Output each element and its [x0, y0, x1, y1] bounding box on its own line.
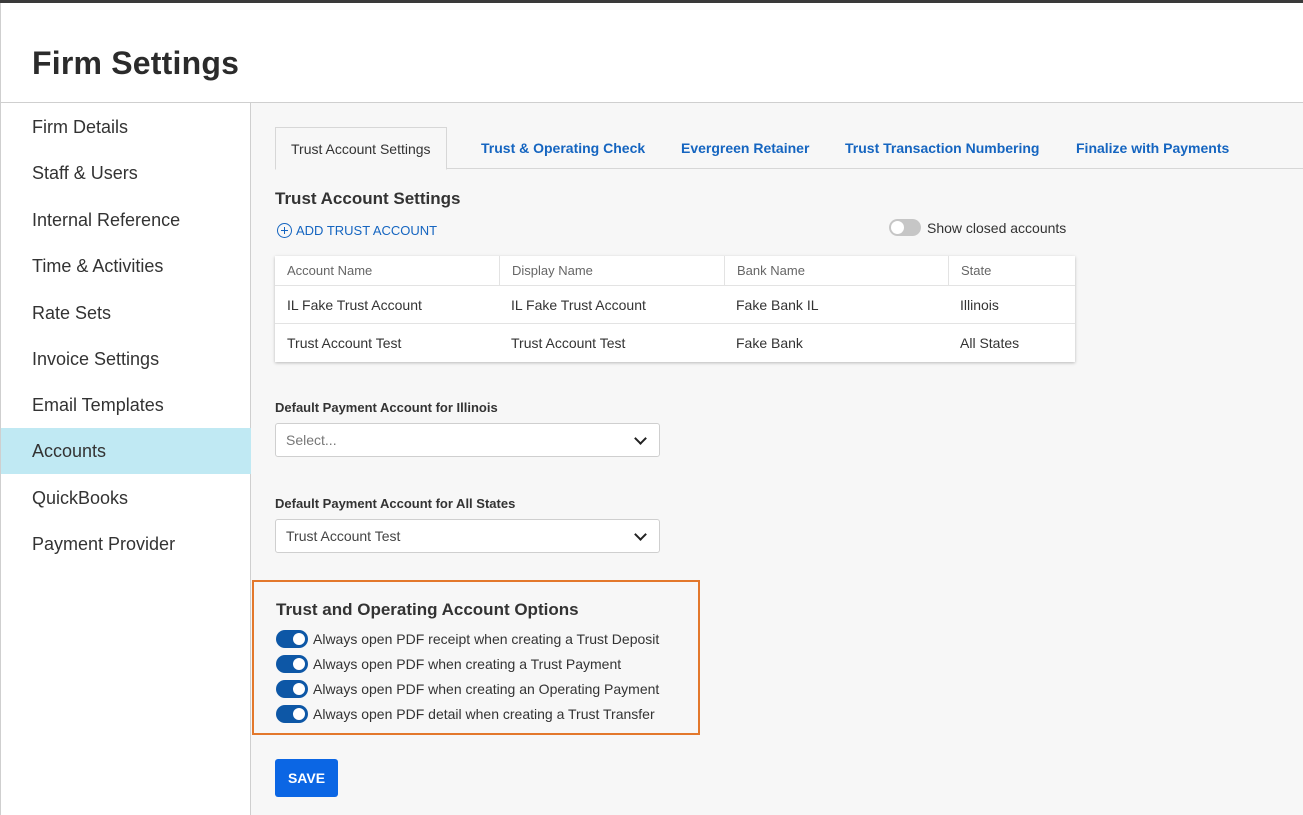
- sidebar-item-quickbooks[interactable]: QuickBooks: [1, 475, 251, 521]
- tab-trust-operating-check[interactable]: Trust & Operating Check: [481, 127, 645, 169]
- table-header: Account Name Display Name Bank Name Stat…: [275, 256, 1075, 286]
- illinois-account-label: Default Payment Account for Illinois: [275, 400, 498, 415]
- cell-display-name: Trust Account Test: [511, 335, 626, 351]
- show-closed-label: Show closed accounts: [927, 219, 1067, 236]
- table-row[interactable]: Trust Account Test Trust Account Test Fa…: [275, 324, 1075, 362]
- tab-trust-account-settings[interactable]: Trust Account Settings: [275, 127, 447, 170]
- show-closed-accounts: Show closed accounts: [889, 219, 1066, 236]
- chevron-down-icon: [634, 528, 647, 541]
- option-trust-transfer: Always open PDF detail when creating a T…: [276, 705, 655, 723]
- option-operating-payment: Always open PDF when creating an Operati…: [276, 680, 659, 698]
- option-trust-payment: Always open PDF when creating a Trust Pa…: [276, 655, 621, 673]
- trust-accounts-table: Account Name Display Name Bank Name Stat…: [275, 256, 1075, 362]
- cell-account-name: Trust Account Test: [287, 335, 402, 351]
- column-header-account-name[interactable]: Account Name: [275, 256, 499, 286]
- table-row[interactable]: IL Fake Trust Account IL Fake Trust Acco…: [275, 286, 1075, 324]
- sidebar-item-email-templates[interactable]: Email Templates: [1, 382, 251, 428]
- all-states-account-value: Trust Account Test: [286, 528, 401, 544]
- cell-state: Illinois: [960, 297, 999, 313]
- all-states-account-label: Default Payment Account for All States: [275, 496, 516, 511]
- settings-tabs: Trust Account Settings Trust & Operating…: [275, 127, 1303, 170]
- page-title: Firm Settings: [32, 45, 240, 81]
- save-button[interactable]: SAVE: [275, 759, 338, 797]
- option-label: Always open PDF when creating a Trust Pa…: [313, 656, 622, 672]
- add-trust-account-link[interactable]: ADD TRUST ACCOUNT: [277, 223, 437, 238]
- option-label: Always open PDF detail when creating a T…: [313, 706, 655, 722]
- sidebar-item-firm-details[interactable]: Firm Details: [1, 104, 251, 150]
- all-states-account-select[interactable]: Trust Account Test: [275, 519, 660, 553]
- option-trust-deposit: Always open PDF receipt when creating a …: [276, 630, 659, 648]
- illinois-account-select[interactable]: Select...: [275, 423, 660, 457]
- cell-state: All States: [960, 335, 1020, 351]
- column-header-bank-name[interactable]: Bank Name: [724, 256, 948, 286]
- tab-finalize-with-payments[interactable]: Finalize with Payments: [1076, 127, 1229, 169]
- column-header-state[interactable]: State: [948, 256, 1075, 286]
- cell-bank-name: Fake Bank: [736, 335, 803, 351]
- chevron-down-icon: [634, 432, 647, 445]
- column-header-display-name[interactable]: Display Name: [499, 256, 724, 286]
- option-label: Always open PDF when creating an Operati…: [313, 681, 660, 697]
- option-label: Always open PDF receipt when creating a …: [313, 631, 660, 647]
- cell-display-name: IL Fake Trust Account: [511, 297, 646, 313]
- option-toggle[interactable]: [276, 680, 308, 698]
- tab-trust-transaction-numbering[interactable]: Trust Transaction Numbering: [845, 127, 1039, 169]
- tab-evergreen-retainer[interactable]: Evergreen Retainer: [681, 127, 809, 169]
- sidebar-item-internal-reference[interactable]: Internal Reference: [1, 197, 251, 243]
- cell-bank-name: Fake Bank IL: [736, 297, 819, 313]
- plus-circle-icon: [277, 223, 292, 238]
- cell-account-name: IL Fake Trust Account: [287, 297, 422, 313]
- option-toggle[interactable]: [276, 630, 308, 648]
- sidebar-item-accounts[interactable]: Accounts: [1, 428, 251, 474]
- main-content: Trust Account Settings Trust & Operating…: [251, 103, 1303, 815]
- sidebar-item-payment-provider[interactable]: Payment Provider: [1, 521, 251, 567]
- sidebar-item-staff-users[interactable]: Staff & Users: [1, 150, 251, 196]
- page-header: Firm Settings: [0, 3, 1303, 103]
- account-options-title: Trust and Operating Account Options: [276, 600, 579, 619]
- option-toggle[interactable]: [276, 705, 308, 723]
- trust-settings-title: Trust Account Settings: [275, 189, 461, 208]
- sidebar-item-rate-sets[interactable]: Rate Sets: [1, 290, 251, 336]
- account-options-highlight: Trust and Operating Account Options Alwa…: [252, 580, 700, 735]
- add-trust-account-label: ADD TRUST ACCOUNT: [296, 223, 438, 238]
- sidebar: Firm Details Staff & Users Internal Refe…: [0, 103, 251, 815]
- illinois-account-placeholder: Select...: [286, 432, 337, 448]
- sidebar-item-invoice-settings[interactable]: Invoice Settings: [1, 336, 251, 382]
- sidebar-item-time-activities[interactable]: Time & Activities: [1, 243, 251, 289]
- option-toggle[interactable]: [276, 655, 308, 673]
- show-closed-toggle[interactable]: [889, 219, 921, 236]
